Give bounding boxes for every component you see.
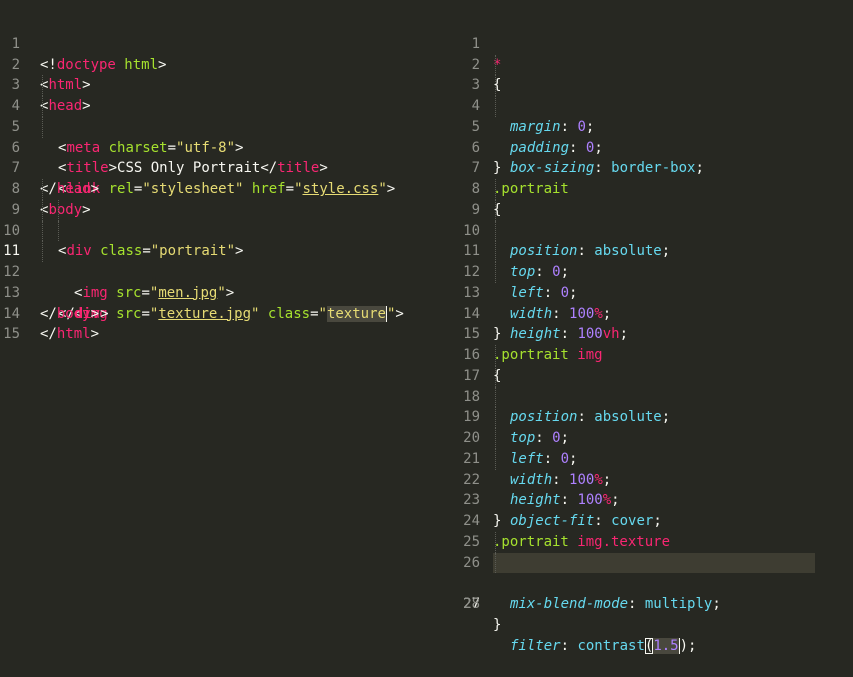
code-line[interactable]: 9 position: absolute; [452, 179, 853, 259]
indent-guide [495, 199, 496, 221]
html-editor-pane[interactable]: 1 <!doctype html> 2 <html> 3 <head> 4 <m… [0, 13, 446, 343]
code-line[interactable]: 18 top: 0; [452, 365, 853, 446]
indent-guide [495, 179, 496, 200]
code-text: mix-blend-mode: multiply; [510, 596, 721, 612]
code-line[interactable]: 19 left: 0; [452, 386, 853, 467]
indent-guide [42, 96, 43, 117]
code-line[interactable]: 7 .portrait [452, 138, 853, 197]
code-line[interactable]: 7 </head> [0, 138, 446, 197]
code-line[interactable]: 5 box-sizing: border-box; [452, 96, 853, 176]
indent-guide [42, 241, 43, 262]
code-line[interactable]: 5 <title>CSS Only Portrait</title> [0, 96, 446, 176]
code-line[interactable]: 8 { [452, 158, 853, 218]
code-text: </html> [40, 326, 100, 343]
selected-text[interactable]: 1.5 [653, 637, 679, 654]
indent-guide [42, 116, 43, 138]
code-line[interactable]: 1 <!doctype html> [0, 13, 446, 73]
code-line[interactable]: 17 position: absolute; [452, 345, 853, 425]
css-editor-pane[interactable]: 1 * 2 { 3 margin: 0; 4 padding: 0; 5 box… [452, 13, 853, 654]
indent-guide [58, 199, 59, 221]
code-line[interactable]: 8 <body> [0, 158, 446, 218]
indent-guide [495, 531, 496, 553]
code-line[interactable]: 11 left: 0; [452, 220, 853, 301]
code-line[interactable]: 3 <head> [0, 55, 446, 114]
indent-guide [495, 552, 496, 574]
indent-guide [495, 262, 496, 283]
code-line[interactable]: 1 * [452, 13, 853, 73]
indent-guide [495, 448, 496, 470]
code-line[interactable]: 10 <img src="men.jpg"> [0, 199, 446, 301]
code-line[interactable]: 15 .portrait img [452, 304, 853, 363]
indent-guide [42, 220, 43, 242]
code-line[interactable]: 25 { [452, 511, 853, 571]
indent-guide [495, 365, 496, 387]
indent-guide [495, 241, 496, 262]
code-line[interactable]: 16 { [452, 324, 853, 384]
code-line[interactable]: 14 } [452, 283, 853, 343]
line-number: 15 [3, 326, 20, 343]
code-line[interactable]: 12 width: 100%; [452, 241, 853, 322]
indent-guide [42, 179, 43, 200]
code-line[interactable]: 14 </html> [0, 283, 446, 343]
code-line[interactable]: 3 margin: 0; [452, 54, 853, 135]
code-line[interactable]: 12 </div> [0, 241, 446, 322]
code-line[interactable]: 20 width: 100%; [452, 407, 853, 488]
indent-guide [495, 96, 496, 117]
indent-guide [495, 220, 496, 242]
indent-guide [42, 75, 43, 96]
code-line[interactable]: 10 top: 0; [452, 199, 853, 280]
indent-guide [42, 199, 43, 221]
code-line[interactable]: 2 { [452, 34, 853, 94]
code-line[interactable]: 24 .portrait img.texture [452, 490, 853, 550]
code-line[interactable]: 23 } [452, 470, 853, 529]
code-line-active[interactable]: 11 <img src="texture.jpg" class="texture… [0, 220, 446, 322]
code-line[interactable]: 22 object-fit: cover; [452, 448, 853, 529]
code-line[interactable]: 4 <meta charset="utf-8"> [0, 75, 446, 156]
indent-guide [495, 75, 496, 96]
code-line-active[interactable]: 27 filter: contrast(1.5); [452, 552, 853, 654]
code-line[interactable]: 4 padding: 0; [452, 75, 853, 156]
code-line[interactable]: 13 </body> [0, 262, 446, 322]
active-line-highlight [493, 552, 815, 574]
indent-guide [495, 428, 496, 449]
indent-guide [495, 54, 496, 76]
code-text: filter: contrast(1.5); [510, 637, 697, 654]
code-line[interactable]: 15 [0, 304, 446, 342]
code-line[interactable]: 2 <html> [0, 34, 446, 94]
indent-guide [495, 345, 496, 366]
code-text: } [493, 616, 502, 633]
code-line[interactable]: 21 height: 100%; [452, 428, 853, 508]
code-line[interactable]: 9 <div class="portrait"> [0, 179, 446, 259]
indent-guide [495, 386, 496, 408]
code-line[interactable]: 28 } [452, 573, 853, 633]
code-line[interactable]: 13 height: 100vh; [452, 262, 853, 342]
indent-guide [58, 220, 59, 242]
line-number: 28 [463, 596, 480, 612]
code-line[interactable]: 26 mix-blend-mode: multiply; [452, 531, 853, 612]
indent-guide [495, 407, 496, 428]
code-line[interactable]: 6 <link rel="stylesheet" href="style.css… [0, 116, 446, 197]
code-line[interactable]: 6 } [452, 117, 853, 177]
